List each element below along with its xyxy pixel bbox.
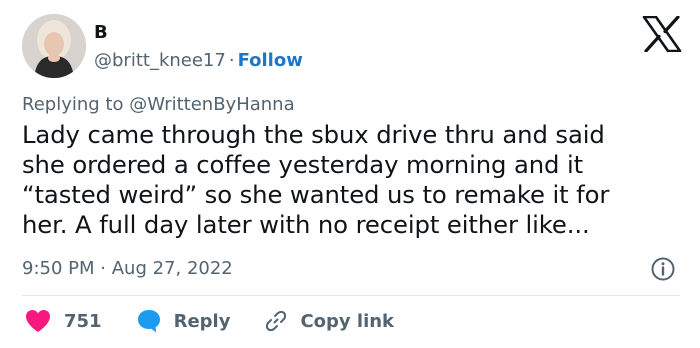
tweet-line: she ordered a coffee yesterday morning a… bbox=[22, 150, 584, 179]
tweet-line: Lady came through the sbux drive thru an… bbox=[22, 120, 605, 149]
info-icon[interactable] bbox=[650, 256, 676, 282]
replying-to-handle[interactable]: @WrittenByHanna bbox=[129, 94, 294, 115]
tweet-date: Aug 27, 2022 bbox=[111, 258, 233, 279]
tweet-header: B @britt_knee17 · Follow bbox=[22, 14, 682, 80]
like-button[interactable]: 751 bbox=[24, 308, 102, 334]
link-icon bbox=[266, 310, 287, 332]
user-handle[interactable]: @britt_knee17 bbox=[94, 50, 226, 71]
handle-separator: · bbox=[228, 50, 235, 71]
tweet-line: “tasted weird” so she wanted us to remak… bbox=[22, 180, 610, 209]
replying-to: Replying to @WrittenByHanna bbox=[22, 92, 295, 118]
divider bbox=[22, 295, 680, 296]
copy-link-label: Copy link bbox=[300, 310, 395, 332]
user-info: B @britt_knee17 · Follow bbox=[94, 20, 303, 76]
avatar[interactable] bbox=[22, 14, 86, 78]
speech-bubble-icon bbox=[137, 310, 160, 333]
timestamp-separator: · bbox=[100, 258, 106, 279]
copy-link-button[interactable]: Copy link bbox=[264, 309, 394, 333]
heart-icon bbox=[26, 310, 50, 332]
follow-button[interactable]: Follow bbox=[238, 50, 303, 71]
display-name[interactable]: B bbox=[94, 20, 303, 46]
tweet-time: 9:50 PM bbox=[22, 258, 95, 279]
tweet-actions: 751 Reply Copy link bbox=[24, 305, 428, 337]
tweet-text: Lady came through the sbux drive thru an… bbox=[22, 120, 682, 240]
reply-label: Reply bbox=[173, 310, 231, 332]
x-logo-icon[interactable] bbox=[642, 16, 682, 52]
replying-to-prefix: Replying to bbox=[22, 94, 124, 115]
like-count: 751 bbox=[64, 310, 102, 332]
reply-button[interactable]: Reply bbox=[136, 308, 231, 334]
tweet-timestamp[interactable]: 9:50 PM · Aug 27, 2022 bbox=[22, 256, 233, 282]
tweet-card: B @britt_knee17 · Follow Replying to @Writ… bbox=[0, 0, 700, 348]
tweet-line: her. A full day later with no receipt ei… bbox=[22, 210, 590, 239]
handle-row: @britt_knee17 · Follow bbox=[94, 46, 303, 76]
